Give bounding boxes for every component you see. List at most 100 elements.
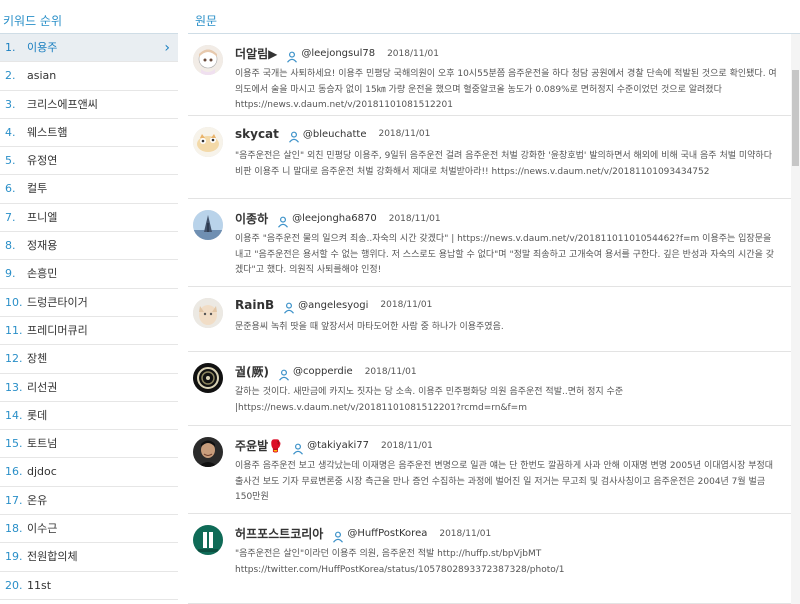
post-handle[interactable]: @copperdie <box>293 366 353 377</box>
post-nickname[interactable]: 더알림▶ <box>235 45 277 62</box>
source-title: 원문 <box>188 0 800 34</box>
keyword-item[interactable]: 9. 손흥민 <box>0 260 178 289</box>
post-handle[interactable]: @angelesyogi <box>298 300 368 311</box>
keyword-ranking-title: 키워드 순위 <box>0 0 178 34</box>
keyword-item[interactable]: 20. 11st <box>0 572 178 600</box>
post-nickname[interactable]: skycat <box>235 127 279 141</box>
user-icon <box>292 440 304 455</box>
keyword-label: 드렁큰타이거 <box>27 295 88 309</box>
keyword-label: djdoc <box>27 465 57 479</box>
keyword-rank: 15. <box>5 437 23 451</box>
post-meta: 더알림▶ @leejongsul78 2018/11/01 <box>235 45 439 63</box>
keyword-rank: 14. <box>5 408 23 422</box>
post-nickname[interactable]: 궐(厥) <box>235 363 269 380</box>
keyword-label: 이용주 <box>27 41 58 54</box>
avatar[interactable] <box>193 298 223 328</box>
user-icon <box>286 48 298 63</box>
keyword-list: 1. 이용주 › 2. asian 3. 크리스에프앤씨 4. 웨스트햄 5. 유정연 6. 컬투 7. 프… <box>0 34 178 600</box>
avatar[interactable] <box>193 363 223 393</box>
keyword-rank: 12. <box>5 352 23 366</box>
keyword-item[interactable]: 2. asian <box>0 62 178 91</box>
keyword-label: 리선권 <box>27 380 58 394</box>
post-date: 2018/11/01 <box>388 213 441 224</box>
post-date: 2018/11/01 <box>378 129 431 139</box>
keyword-rank: 20. <box>5 578 23 592</box>
post-nickname[interactable]: 허프포스트코리아 <box>235 525 323 542</box>
keyword-rank: 18. <box>5 522 23 536</box>
post-item[interactable]: 주윤발🥊 @takiyaki77 2018/11/01 이용주 음주운전 보고 생각났… <box>188 426 800 514</box>
post-text: 문준용씨 녹취 땃을 때 앞장서서 마타도어한 사람 중 하나가 이용주였음. <box>235 322 504 332</box>
post-date: 2018/11/01 <box>364 366 417 377</box>
keyword-rank: 13. <box>5 380 23 394</box>
keyword-item[interactable]: 15. 토트넘 <box>0 430 178 459</box>
post-item[interactable]: 궐(厥) @copperdie 2018/11/01 갈하는 것이다. 새만금에 카지… <box>188 352 800 426</box>
keyword-rank: 7. <box>5 210 16 224</box>
keyword-item[interactable]: 17. 온유 <box>0 487 178 516</box>
avatar[interactable] <box>193 45 223 75</box>
keyword-label: 유정연 <box>27 154 58 168</box>
keyword-rank: 19. <box>5 550 23 564</box>
post-handle[interactable]: @leejongsul78 <box>301 48 375 59</box>
keyword-rank: 16. <box>5 465 23 479</box>
chevron-right-icon: › <box>164 40 170 56</box>
post-handle[interactable]: @leejongha6870 <box>292 213 377 224</box>
keyword-label: 11st <box>27 578 52 592</box>
post-item[interactable]: 이종하 @leejongha6870 2018/11/01 이용주 "음주운전 물의 … <box>188 199 800 287</box>
scrollbar-thumb[interactable] <box>792 70 799 166</box>
post-item[interactable]: 허프포스트코리아 @HuffPostKorea 2018/11/01 "음주운전은 살… <box>188 514 800 604</box>
keyword-label: 컬투 <box>27 182 48 196</box>
avatar[interactable] <box>193 525 223 555</box>
keyword-item[interactable]: 3. 크리스에프앤씨 <box>0 91 178 119</box>
keyword-rank: 5. <box>5 154 16 168</box>
keyword-label: asian <box>27 69 57 83</box>
post-date: 2018/11/01 <box>381 440 433 451</box>
post-meta: skycat @bleuchatte 2018/11/01 <box>235 127 431 143</box>
keyword-item[interactable]: 14. 롯데 <box>0 402 178 431</box>
post-handle[interactable]: @bleuchatte <box>303 129 367 140</box>
avatar[interactable] <box>193 210 223 240</box>
avatar[interactable] <box>193 437 223 467</box>
keyword-label: 손흥민 <box>27 267 58 281</box>
user-icon <box>278 366 290 381</box>
keyword-item[interactable]: 7. 프니엘 <box>0 204 178 233</box>
post-nickname[interactable]: RainB <box>235 298 274 312</box>
keyword-item[interactable]: 13. 리선권 <box>0 374 178 402</box>
keyword-item[interactable]: 18. 이수근 <box>0 515 178 544</box>
post-text: 갈하는 것이다. 새만금에 카지노 짓자는 당 소속. 이용주 민주평화당 의원… <box>235 387 624 413</box>
user-icon <box>277 213 289 228</box>
keyword-item[interactable]: 5. 유정연 <box>0 147 178 176</box>
keyword-rank: 3. <box>5 97 16 111</box>
post-meta: RainB @angelesyogi 2018/11/01 <box>235 298 433 314</box>
keyword-rank: 4. <box>5 125 16 139</box>
keyword-item[interactable]: 19. 전원합의체 <box>0 543 178 572</box>
keyword-item[interactable]: 16. djdoc <box>0 458 178 487</box>
keyword-rank: 8. <box>5 239 16 253</box>
keyword-item[interactable]: 6. 컬투 <box>0 175 178 204</box>
avatar[interactable] <box>193 127 223 157</box>
post-nickname[interactable]: 주윤발🥊 <box>235 437 283 454</box>
keyword-item[interactable]: 11. 프레디머큐리 <box>0 317 178 346</box>
post-nickname[interactable]: 이종하 <box>235 210 268 227</box>
keyword-rank: 6. <box>5 182 16 196</box>
keyword-label: 온유 <box>27 493 48 507</box>
post-item[interactable]: RainB @angelesyogi 2018/11/01 문준용씨 녹취 땃을 때 … <box>188 287 800 352</box>
scrollbar[interactable] <box>791 34 800 604</box>
post-meta: 이종하 @leejongha6870 2018/11/01 <box>235 210 441 228</box>
post-meta: 주윤발🥊 @takiyaki77 2018/11/01 <box>235 437 433 455</box>
post-meta: 허프포스트코리아 @HuffPostKorea 2018/11/01 <box>235 525 491 543</box>
keyword-item[interactable]: 8. 정재용 <box>0 232 178 261</box>
keyword-item[interactable]: 4. 웨스트햄 <box>0 119 178 148</box>
post-handle[interactable]: @takiyaki77 <box>307 440 369 451</box>
post-handle[interactable]: @HuffPostKorea <box>347 528 427 539</box>
post-date: 2018/11/01 <box>380 300 433 310</box>
keyword-rank: 10. <box>5 295 23 309</box>
keyword-label: 이수근 <box>27 522 58 536</box>
post-item[interactable]: 더알림▶ @leejongsul78 2018/11/01 이용주 국개는 사퇴하세요… <box>188 34 800 116</box>
keyword-item[interactable]: 10. 드렁큰타이거 <box>0 289 178 317</box>
post-item[interactable]: skycat @bleuchatte 2018/11/01 "음주운전은 살인" 외친… <box>188 116 800 199</box>
keyword-label: 토트넘 <box>27 437 58 451</box>
post-text: 이용주 국개는 사퇴하세요! 이용주 민평당 국해의원이 오후 10시55분쯤 … <box>235 69 777 110</box>
keyword-item[interactable]: 1. 이용주 › <box>0 34 178 63</box>
post-text: "음주운전은 살인" 외친 민평당 이용주, 9일뒤 음주운전 걸려 음주운전 … <box>235 151 772 177</box>
keyword-item[interactable]: 12. 장첸 <box>0 345 178 374</box>
